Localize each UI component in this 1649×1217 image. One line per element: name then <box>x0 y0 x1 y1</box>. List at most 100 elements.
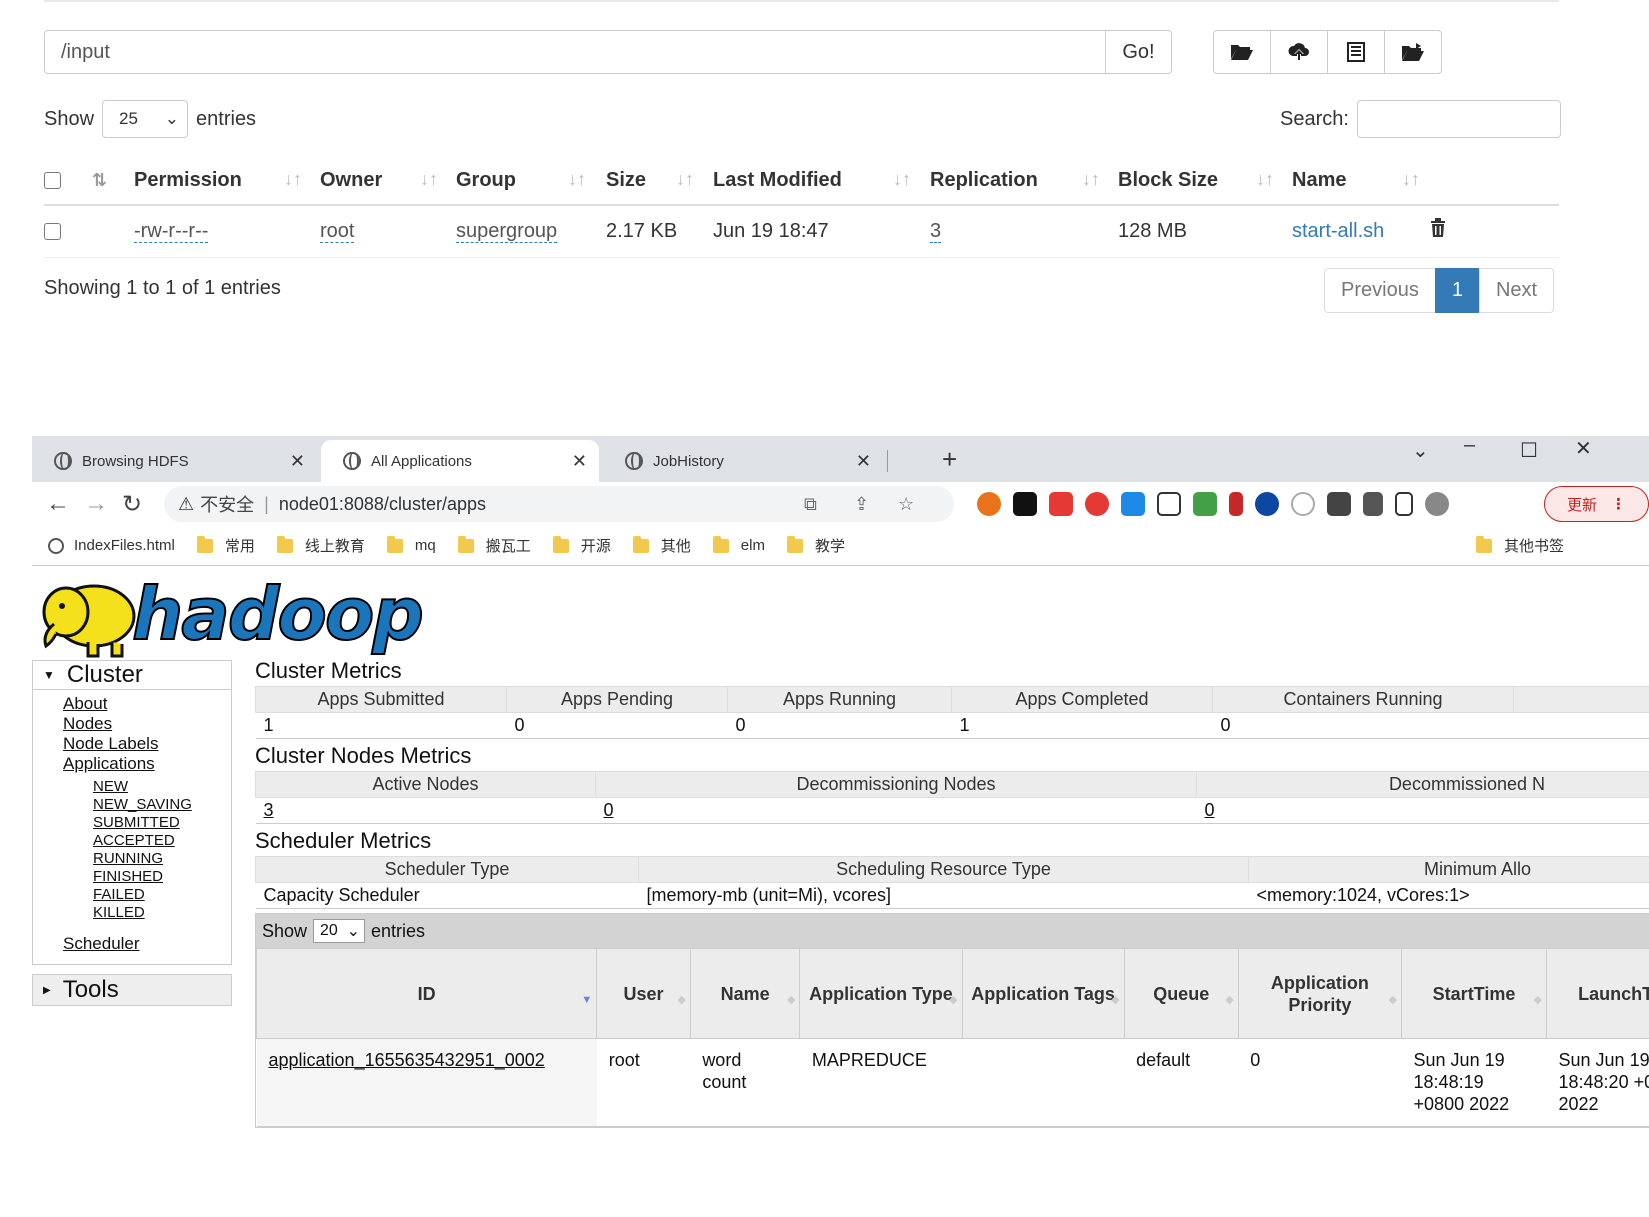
translate-icon[interactable]: ⧉ <box>804 494 817 515</box>
page-length-select[interactable]: 25 ⌄ <box>102 100 189 138</box>
extension-icon[interactable] <box>1157 492 1181 516</box>
address-bar[interactable]: ⚠ 不安全 | node01:8088/cluster/apps ⧉ ⇪ ☆ <box>164 486 954 522</box>
col-application-priority[interactable]: Application Priority ◆ <box>1237 948 1403 1039</box>
nav-applications[interactable]: Applications <box>63 754 231 774</box>
col-permission[interactable]: Permission ↓↑ <box>134 157 320 206</box>
new-tab-button[interactable]: + <box>942 444 957 475</box>
col-launchtime[interactable]: LaunchTime◆ <box>1546 948 1649 1039</box>
col-block-size[interactable]: Block Size ↓↑ <box>1118 157 1292 206</box>
previous-button[interactable]: Previous <box>1324 268 1436 313</box>
col-last-modified[interactable]: Last Modified ↓↑ <box>713 157 930 206</box>
extension-icon[interactable] <box>1327 492 1351 516</box>
tab-all-applications[interactable]: All Applications ✕ <box>321 440 599 482</box>
tools-section-header[interactable]: ▶ Tools <box>32 974 232 1006</box>
permission-value[interactable]: -rw-r--r-- <box>134 219 209 243</box>
nav-state-new[interactable]: NEW <box>63 778 231 796</box>
nav-state-finished[interactable]: FINISHED <box>63 868 231 886</box>
paste-folder-icon[interactable] <box>1384 30 1442 74</box>
list-icon[interactable] <box>1327 30 1385 74</box>
forward-icon[interactable]: → <box>84 490 108 518</box>
star-icon[interactable]: ☆ <box>898 494 914 515</box>
sort-icon[interactable]: ⇅ <box>92 170 107 190</box>
col-replication[interactable]: Replication ↓↑ <box>930 157 1118 206</box>
side-panel-icon[interactable] <box>1395 492 1413 516</box>
extension-icon[interactable] <box>1085 492 1109 516</box>
row-checkbox[interactable] <box>44 222 61 240</box>
page-1-button[interactable]: 1 <box>1434 268 1480 313</box>
col-group[interactable]: Group ↓↑ <box>456 157 606 206</box>
nav-state-submitted[interactable]: SUBMITTED <box>63 814 231 832</box>
close-icon[interactable]: ✕ <box>572 451 587 472</box>
update-button[interactable]: 更新 ⋮ <box>1544 486 1649 522</box>
extension-icon[interactable] <box>1013 492 1037 516</box>
nav-nodes[interactable]: Nodes <box>63 714 231 734</box>
folder-open-icon[interactable] <box>1213 30 1271 74</box>
cloud-upload-icon[interactable] <box>1270 30 1328 74</box>
save-extension-icon[interactable] <box>1121 492 1145 516</box>
bookmark-indexfiles[interactable]: IndexFiles.html <box>48 537 175 554</box>
col-starttime[interactable]: StartTime ◆ <box>1401 948 1548 1039</box>
trash-icon[interactable] <box>1430 218 1446 243</box>
nav-node-labels[interactable]: Node Labels <box>63 734 231 754</box>
col-size[interactable]: Size ↓↑ <box>606 157 713 206</box>
extension-icon[interactable] <box>1049 492 1073 516</box>
bookmark-folder[interactable]: 线上教育 <box>276 535 365 556</box>
bookmark-folder[interactable]: 搬瓦工 <box>457 535 531 556</box>
next-button[interactable]: Next <box>1478 268 1555 313</box>
tab-search-chevron-icon[interactable]: ⌄ <box>1412 438 1429 463</box>
file-name-link[interactable]: start-all.sh <box>1292 220 1384 242</box>
col-queue[interactable]: Queue ◆ <box>1123 948 1239 1039</box>
go-button[interactable]: Go! <box>1105 31 1171 73</box>
extension-icon[interactable] <box>1229 492 1243 516</box>
cluster-section-header[interactable]: ▼ Cluster <box>32 660 232 690</box>
col-name[interactable]: Name ◆ <box>689 948 801 1039</box>
profile-avatar[interactable] <box>1425 492 1449 516</box>
extension-icon[interactable] <box>1193 492 1217 516</box>
active-nodes-link[interactable]: 3 <box>264 800 274 820</box>
share-icon[interactable]: ⇪ <box>854 494 869 515</box>
application-id-link[interactable]: application_1655635432951_0002 <box>269 1050 545 1070</box>
nav-scheduler[interactable]: Scheduler <box>63 934 231 954</box>
bookmark-folder[interactable]: 其他 <box>632 535 691 556</box>
puzzle-icon[interactable] <box>1363 492 1383 516</box>
nav-about[interactable]: About <box>63 694 231 714</box>
close-window-icon[interactable]: ✕ <box>1575 436 1592 461</box>
maximize-icon[interactable]: ☐ <box>1520 438 1538 463</box>
more-menu-icon[interactable]: ⋮ <box>1611 495 1626 513</box>
replication-value[interactable]: 3 <box>930 219 942 243</box>
bookmark-folder[interactable]: elm <box>712 535 765 554</box>
weibo-extension-icon[interactable] <box>977 492 1001 516</box>
bookmark-folder[interactable]: mq <box>386 535 436 554</box>
bookmark-folder[interactable]: 常用 <box>196 535 255 556</box>
search-input[interactable] <box>1356 100 1561 138</box>
nav-state-killed[interactable]: KILLED <box>63 904 231 922</box>
col-id[interactable]: ID ▼ <box>255 948 598 1039</box>
decommissioned-nodes-link[interactable]: 0 <box>1205 800 1215 820</box>
reload-icon[interactable]: ↻ <box>122 490 142 519</box>
path-input[interactable] <box>45 31 1105 73</box>
minimize-icon[interactable]: – <box>1464 436 1475 457</box>
group-value[interactable]: supergroup <box>456 219 558 243</box>
extension-icon[interactable] <box>1291 492 1315 516</box>
close-icon[interactable]: ✕ <box>290 451 305 472</box>
nav-state-accepted[interactable]: ACCEPTED <box>63 832 231 850</box>
owner-value[interactable]: root <box>320 219 355 243</box>
select-all-checkbox[interactable] <box>44 172 61 190</box>
col-owner[interactable]: Owner ↓↑ <box>320 157 456 206</box>
nav-state-new-saving[interactable]: NEW_SAVING <box>63 796 231 814</box>
col-name[interactable]: Name ↓↑ <box>1292 157 1430 206</box>
apps-page-length-select[interactable]: 20 ⌄ <box>313 919 366 943</box>
col-application-tags[interactable]: Application Tags ◆ <box>961 948 1125 1039</box>
col-application-type[interactable]: Application Type ◆ <box>799 948 963 1039</box>
tab-jobhistory[interactable]: JobHistory ✕ <box>603 440 883 482</box>
nav-state-running[interactable]: RUNNING <box>63 850 231 868</box>
tab-browsing-hdfs[interactable]: Browsing HDFS ✕ <box>32 440 317 482</box>
decommissioning-nodes-link[interactable]: 0 <box>604 800 614 820</box>
other-bookmarks-folder[interactable]: 其他书签 <box>1476 535 1564 556</box>
check-extension-icon[interactable] <box>1255 492 1279 516</box>
close-icon[interactable]: ✕ <box>856 451 871 472</box>
bookmark-folder[interactable]: 教学 <box>786 535 845 556</box>
back-icon[interactable]: ← <box>46 490 70 518</box>
nav-state-failed[interactable]: FAILED <box>63 886 231 904</box>
col-user[interactable]: User ◆ <box>596 948 691 1039</box>
